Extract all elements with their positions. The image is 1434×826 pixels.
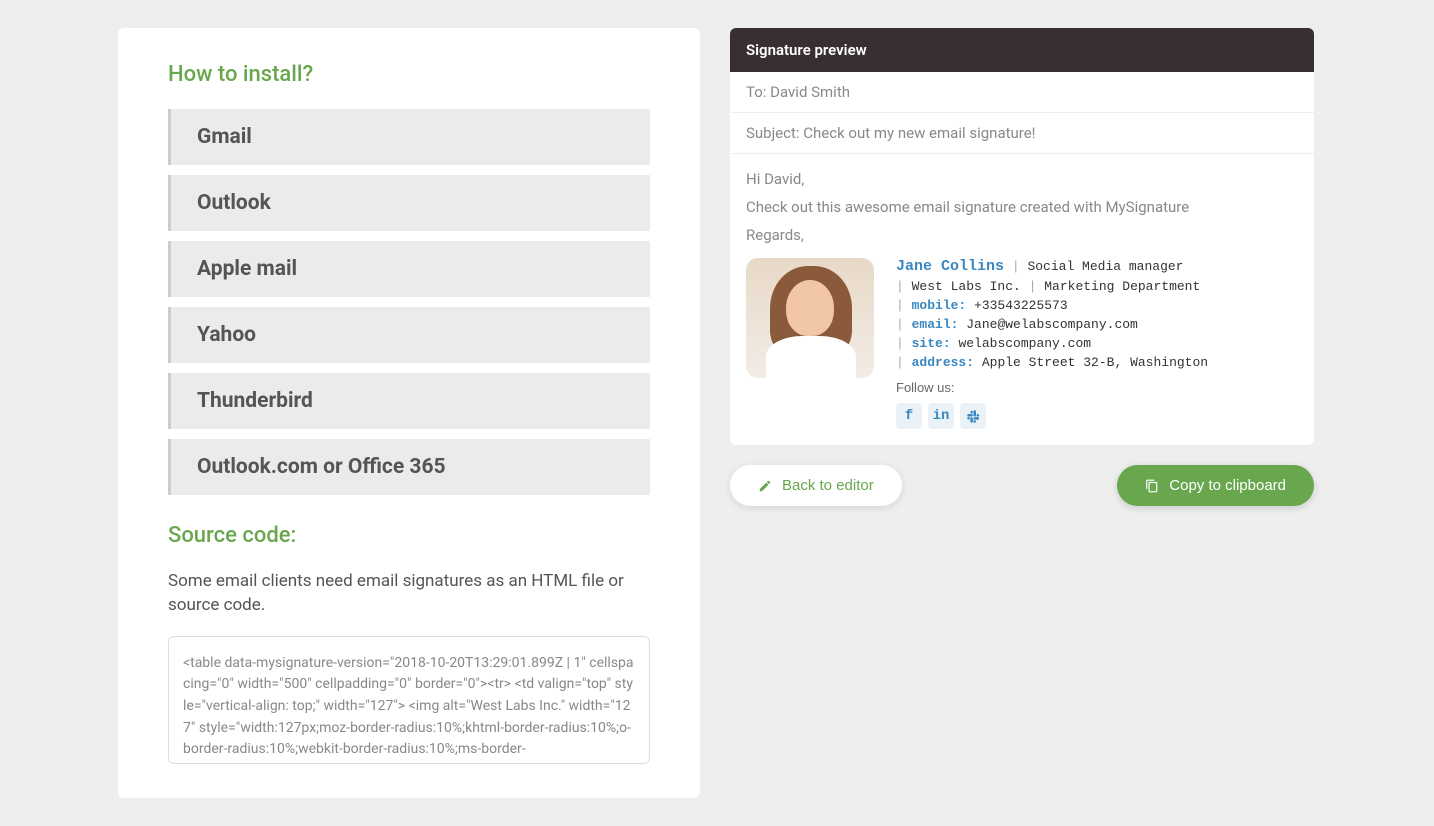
back-label: Back to editor — [782, 477, 874, 494]
accordion-apple-mail[interactable]: Apple mail — [168, 241, 650, 297]
copy-to-clipboard-button[interactable]: Copy to clipboard — [1117, 465, 1314, 506]
preview-subject: Subject: Check out my new email signatur… — [730, 113, 1314, 154]
sig-follow-label: Follow us: — [896, 380, 1298, 395]
accordion-label: Gmail — [197, 125, 252, 149]
sig-site: welabscompany.com — [958, 336, 1091, 351]
preview-greeting: Hi David, — [746, 170, 1298, 188]
accordion-label: Yahoo — [197, 323, 256, 347]
install-title: How to install? — [168, 62, 650, 87]
linkedin-icon[interactable]: in — [928, 403, 954, 429]
sig-mobile: +33543225573 — [974, 298, 1068, 313]
preview-body-line: Check out this awesome email signature c… — [746, 198, 1298, 216]
sig-email: Jane@welabscompany.com — [966, 317, 1138, 332]
preview-regards: Regards, — [746, 226, 1298, 244]
accordion-thunderbird[interactable]: Thunderbird — [168, 373, 650, 429]
pencil-icon — [758, 479, 772, 493]
sig-address: Apple Street 32-B, Washington — [982, 355, 1208, 370]
source-desc: Some email clients need email signatures… — [168, 570, 650, 618]
signature-block: Jane Collins | Social Media manager | We… — [746, 258, 1298, 429]
accordion-label: Outlook — [197, 191, 271, 215]
copy-label: Copy to clipboard — [1169, 477, 1286, 494]
accordion-outlook-365[interactable]: Outlook.com or Office 365 — [168, 439, 650, 495]
accordion-gmail[interactable]: Gmail — [168, 109, 650, 165]
accordion-label: Apple mail — [197, 257, 297, 281]
accordion-yahoo[interactable]: Yahoo — [168, 307, 650, 363]
preview-header: Signature preview — [730, 28, 1314, 72]
back-to-editor-button[interactable]: Back to editor — [730, 465, 902, 506]
sig-address-label: address: — [912, 355, 974, 370]
sig-site-label: site: — [912, 336, 951, 351]
sig-name: Jane Collins — [896, 258, 1004, 275]
copy-icon — [1145, 479, 1159, 493]
install-panel: How to install? Gmail Outlook Apple mail… — [118, 28, 700, 798]
facebook-icon[interactable]: f — [896, 403, 922, 429]
preview-body: Hi David, Check out this awesome email s… — [730, 154, 1314, 445]
sig-department: Marketing Department — [1044, 279, 1200, 294]
signature-avatar — [746, 258, 874, 378]
source-title: Source code: — [168, 523, 650, 548]
accordion-outlook[interactable]: Outlook — [168, 175, 650, 231]
source-code-box[interactable]: <table data-mysignature-version="2018-10… — [168, 636, 650, 764]
preview-to: To: David Smith — [730, 72, 1314, 113]
signature-preview-card: Signature preview To: David Smith Subjec… — [730, 28, 1314, 445]
accordion-label: Outlook.com or Office 365 — [197, 455, 446, 479]
sig-company: West Labs Inc. — [912, 279, 1021, 294]
sig-email-label: email: — [912, 317, 959, 332]
sig-title: Social Media manager — [1027, 259, 1183, 274]
slack-icon[interactable] — [960, 403, 986, 429]
accordion-label: Thunderbird — [197, 389, 313, 413]
sig-mobile-label: mobile: — [912, 298, 967, 313]
